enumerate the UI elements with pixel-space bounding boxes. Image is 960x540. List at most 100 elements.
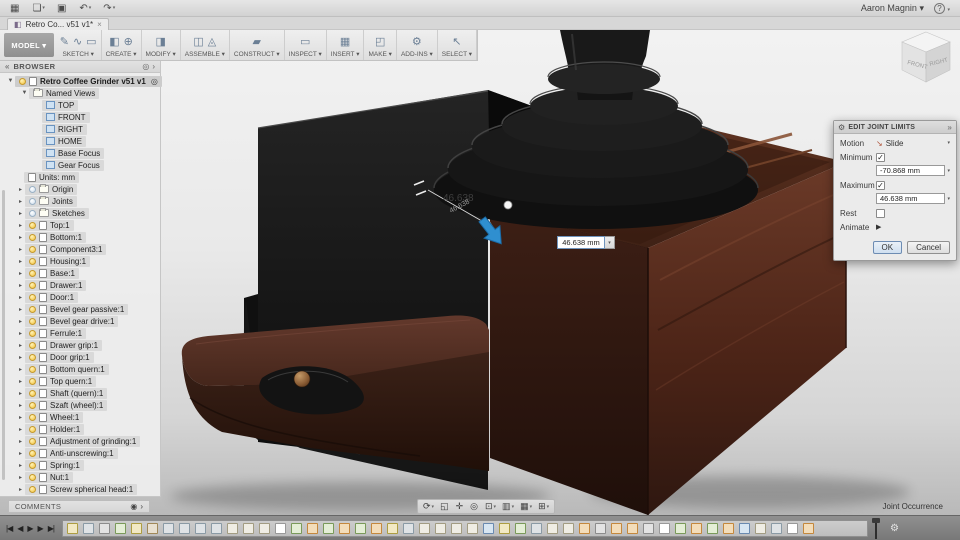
timeline-feature-icon[interactable] — [354, 522, 366, 534]
comments-bar[interactable]: COMMENTS ◉ › — [8, 500, 150, 513]
expand-arrow-icon[interactable]: ▸ — [16, 306, 25, 313]
timeline-feature-icon[interactable] — [274, 522, 286, 534]
dialog-chevrons-icon[interactable]: » — [947, 123, 952, 132]
expand-arrow-icon[interactable]: ▸ — [16, 402, 25, 409]
toolbar-group-label[interactable]: MAKE ▾ — [368, 50, 392, 58]
visibility-bulb-icon[interactable] — [29, 185, 36, 193]
toolbar-group-label[interactable]: SELECT ▾ — [442, 50, 472, 58]
expand-arrow-icon[interactable]: ▸ — [16, 246, 25, 253]
tree-component-item[interactable]: ▸ Nut:1 — [0, 471, 160, 483]
timeline-feature-icon[interactable] — [306, 522, 318, 534]
timeline-feature-icon[interactable] — [322, 522, 334, 534]
tool-icon[interactable]: ◬ — [208, 35, 216, 48]
visibility-bulb-icon[interactable] — [29, 233, 36, 241]
visibility-bulb-icon[interactable] — [29, 305, 36, 313]
maximum-dropdown-icon[interactable]: ▾ — [947, 196, 950, 202]
timeline-feature-icon[interactable] — [338, 522, 350, 534]
tree-component-item[interactable]: ▸ Bevel gear drive:1 — [0, 315, 160, 327]
tree-component-item[interactable]: ▸ Drawer grip:1 — [0, 339, 160, 351]
expand-arrow-icon[interactable]: ▸ — [16, 474, 25, 481]
timeline-feature-icon[interactable] — [578, 522, 590, 534]
tree-folder-item[interactable]: ▸ Origin — [0, 183, 160, 195]
timeline-playhead[interactable] — [871, 517, 880, 539]
tab-close-icon[interactable]: × — [97, 20, 102, 29]
animate-play-icon[interactable]: ▶ — [876, 223, 881, 231]
tree-named-views[interactable]: ▼ Named Views — [0, 87, 160, 99]
view-cube[interactable]: FRONT RIGHT — [894, 22, 958, 94]
timeline-feature-icon[interactable] — [802, 522, 814, 534]
visibility-bulb-icon[interactable] — [29, 473, 36, 481]
timeline-feature-icon[interactable] — [690, 522, 702, 534]
visibility-bulb-icon[interactable] — [29, 281, 36, 289]
visibility-bulb-icon[interactable] — [29, 293, 36, 301]
tree-folder-item[interactable]: ▸ Sketches — [0, 207, 160, 219]
toolbar-group[interactable]: ▭ INSPECT ▾ — [285, 30, 327, 60]
tool-icon[interactable]: ⊕ — [124, 35, 133, 48]
tree-component-item[interactable]: ▸ Door grip:1 — [0, 351, 160, 363]
dimension-value-input[interactable]: 46.638 mm — [557, 236, 605, 249]
timeline-feature-icon[interactable] — [82, 522, 94, 534]
tree-view-item[interactable]: RIGHT — [0, 123, 160, 135]
timeline-feature-icon[interactable] — [706, 522, 718, 534]
timeline-feature-icon[interactable] — [290, 522, 302, 534]
timeline-feature-icon[interactable] — [194, 522, 206, 534]
tree-component-item[interactable]: ▸ Base:1 — [0, 267, 160, 279]
tool-icon[interactable]: ◧ — [109, 35, 119, 48]
workspace-switcher[interactable]: MODEL ▾ — [4, 33, 54, 57]
fit-icon[interactable]: ⊡ ▾ — [485, 501, 496, 512]
minimum-checkbox[interactable]: ✓ — [876, 152, 885, 162]
visibility-bulb-icon[interactable] — [29, 245, 36, 253]
redo-icon[interactable]: ↷ ▾ — [103, 3, 115, 14]
tree-view-item[interactable]: Gear Focus — [0, 159, 160, 171]
timeline-feature-icon[interactable] — [370, 522, 382, 534]
visibility-bulb-icon[interactable] — [29, 209, 36, 217]
timeline-feature-icon[interactable] — [98, 522, 110, 534]
timeline-feature-icon[interactable] — [642, 522, 654, 534]
timeline-feature-icon[interactable] — [450, 522, 462, 534]
play-icon[interactable]: ▶ — [38, 524, 44, 533]
toolbar-group-label[interactable]: SKETCH ▾ — [62, 50, 93, 58]
step-back-icon[interactable]: ◀ — [17, 524, 23, 533]
tree-root-item[interactable]: ▼ Retro Coffee Grinder v51 v1 ◎ — [0, 75, 162, 87]
tree-component-item[interactable]: ▸ Bevel gear passive:1 — [0, 303, 160, 315]
tree-component-item[interactable]: ▸ Shaft (quern):1 — [0, 387, 160, 399]
tool-icon[interactable]: ▭ — [300, 35, 310, 48]
tree-view-item[interactable]: HOME — [0, 135, 160, 147]
timeline-feature-icon[interactable] — [258, 522, 270, 534]
tree-component-item[interactable]: ▸ Anti-unscrewing:1 — [0, 447, 160, 459]
tool-icon[interactable]: ✎ — [60, 35, 69, 48]
expand-arrow-icon[interactable]: ▸ — [16, 390, 25, 397]
tool-icon[interactable]: ⚙ — [412, 35, 422, 48]
tool-icon[interactable]: ◨ — [155, 35, 165, 48]
app-grid-icon[interactable]: ▦ — [10, 3, 20, 14]
timeline-feature-icon[interactable] — [722, 522, 734, 534]
file-new-icon[interactable]: ❏ ▾ — [32, 3, 44, 14]
expand-arrow-icon[interactable]: ▸ — [16, 426, 25, 433]
zoom-icon[interactable]: ◎ — [470, 501, 479, 512]
timeline-feature-icon[interactable] — [210, 522, 222, 534]
expand-arrow-icon[interactable]: ▸ — [16, 186, 25, 193]
user-menu[interactable]: Aaron Magnin ▾ — [861, 3, 924, 14]
pan-icon[interactable]: ✛ — [456, 501, 465, 512]
timeline-feature-icon[interactable] — [146, 522, 158, 534]
tree-component-item[interactable]: ▸ Top:1 — [0, 219, 160, 231]
expand-arrow-icon[interactable]: ▸ — [16, 222, 25, 229]
maximum-value-input[interactable]: 46.638 mm — [876, 193, 946, 204]
expand-arrow-icon[interactable]: ▸ — [16, 282, 25, 289]
activate-radio-icon[interactable]: ◎ — [151, 77, 158, 86]
timeline-feature-icon[interactable] — [738, 522, 750, 534]
toolbar-group[interactable]: ◨ MODIFY ▾ — [142, 30, 181, 60]
save-icon[interactable]: ▣ — [57, 3, 67, 14]
visibility-bulb-icon[interactable] — [29, 317, 36, 325]
browser-expand-icon[interactable]: › — [152, 62, 155, 71]
display-settings-icon[interactable]: ▥ ▾ — [502, 501, 514, 512]
toolbar-group[interactable]: ⚙ ADD-INS ▾ — [397, 30, 438, 60]
toolbar-group-label[interactable]: CONSTRUCT ▾ — [234, 50, 280, 58]
visibility-bulb-icon[interactable] — [29, 485, 36, 493]
toolbar-group[interactable]: ▰ CONSTRUCT ▾ — [230, 30, 285, 60]
timeline-feature-strip[interactable] — [61, 519, 868, 537]
visibility-bulb-icon[interactable] — [29, 377, 36, 385]
tree-component-item[interactable]: ▸ Component3:1 — [0, 243, 160, 255]
orbit-icon[interactable]: ⟳ ▾ — [423, 501, 434, 512]
visibility-bulb-icon[interactable] — [29, 269, 36, 277]
